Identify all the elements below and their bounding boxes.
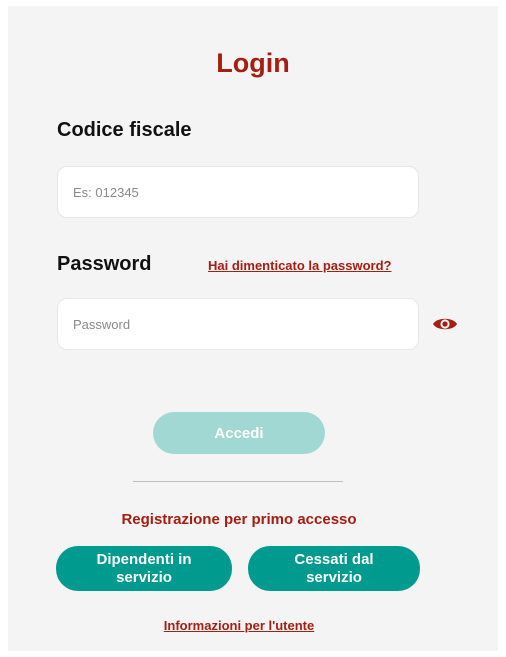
forgot-password-link[interactable]: Hai dimenticato la password? [208, 258, 392, 273]
eye-icon[interactable] [432, 316, 458, 332]
login-panel: Login Codice fiscale Password Hai diment… [8, 6, 498, 651]
codice-fiscale-input[interactable] [57, 166, 419, 218]
button-label-line: servizio [306, 568, 362, 586]
accedi-button[interactable]: Accedi [153, 412, 325, 454]
registration-heading: Registrazione per primo accesso [121, 511, 357, 528]
button-label-line: Cessati dal [294, 550, 374, 568]
button-label-line: Dipendenti in [96, 550, 192, 568]
divider [133, 481, 343, 482]
codice-fiscale-label: Codice fiscale [57, 119, 192, 141]
dipendenti-in-servizio-button[interactable]: Dipendenti in servizio [56, 546, 232, 591]
button-label-line: servizio [116, 568, 172, 586]
password-label: Password [57, 253, 152, 275]
password-input[interactable] [57, 298, 419, 350]
page-title: Login [216, 48, 290, 78]
cessati-dal-servizio-button[interactable]: Cessati dal servizio [248, 546, 420, 591]
informazioni-utente-link[interactable]: Informazioni per l'utente [8, 618, 470, 633]
